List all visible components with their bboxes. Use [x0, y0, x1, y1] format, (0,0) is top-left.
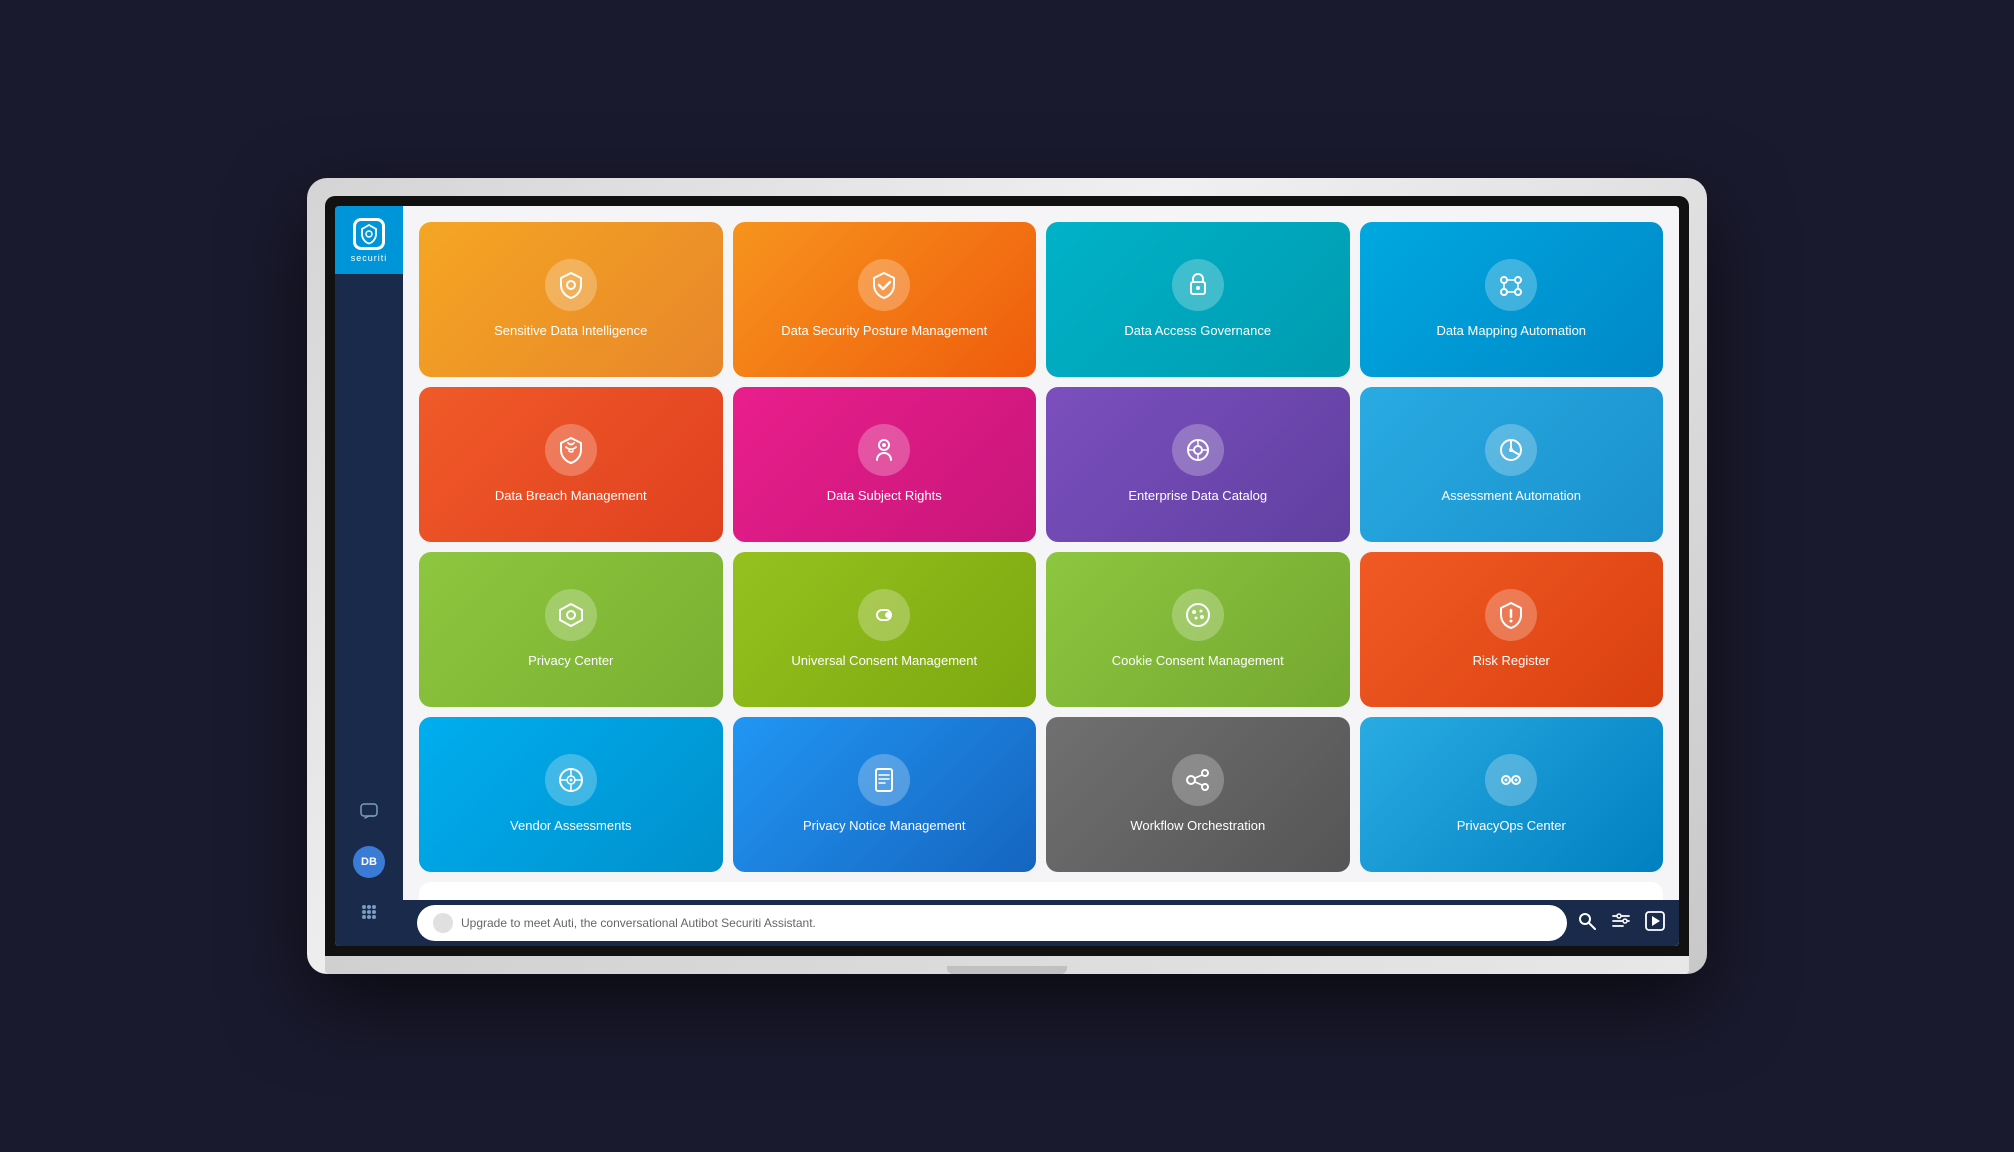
card-privacyops-center[interactable]: PrivacyOps Center	[1360, 717, 1664, 872]
chat-input[interactable]: Upgrade to meet Auti, the conversational…	[417, 905, 1567, 941]
card-enterprise-data-catalog[interactable]: Enterprise Data Catalog	[1046, 387, 1350, 542]
card-data-mapping-automation[interactable]: Data Mapping Automation	[1360, 222, 1664, 377]
chat-icon[interactable]	[351, 794, 387, 830]
sidebar-logo[interactable]: securiti	[335, 206, 403, 274]
app-grid: Sensitive Data Intelligence Data Securit…	[419, 222, 1663, 872]
card-label-data-access-governance: Data Access Governance	[1124, 323, 1271, 340]
card-icon-cookie-consent	[1172, 589, 1224, 641]
card-label-vendor-assessments: Vendor Assessments	[510, 818, 631, 835]
card-icon-enterprise-data-catalog	[1172, 424, 1224, 476]
play-icon[interactable]	[1645, 911, 1665, 936]
card-sensitive-data-intelligence[interactable]: Sensitive Data Intelligence	[419, 222, 723, 377]
card-label-cookie-consent: Cookie Consent Management	[1112, 653, 1284, 670]
card-vendor-assessments[interactable]: Vendor Assessments	[419, 717, 723, 872]
card-label-sensitive-data-intelligence: Sensitive Data Intelligence	[494, 323, 647, 340]
user-avatar[interactable]: DB	[353, 846, 385, 878]
card-label-data-subject-rights: Data Subject Rights	[827, 488, 942, 505]
card-universal-consent[interactable]: Universal Consent Management	[733, 552, 1037, 707]
card-label-privacy-center: Privacy Center	[528, 653, 613, 670]
card-workflow-orchestration[interactable]: Workflow Orchestration	[1046, 717, 1350, 872]
card-icon-risk-register	[1485, 589, 1537, 641]
card-label-privacy-notice: Privacy Notice Management	[803, 818, 966, 835]
card-icon-data-access-governance	[1172, 259, 1224, 311]
utility-card-settings[interactable]: Settings	[427, 890, 623, 900]
card-privacy-notice[interactable]: Privacy Notice Management	[733, 717, 1037, 872]
card-label-workflow-orchestration: Workflow Orchestration	[1130, 818, 1265, 835]
sidebar: securiti DB	[335, 206, 403, 946]
card-data-security-posture[interactable]: Data Security Posture Management	[733, 222, 1037, 377]
screen: securiti DB	[335, 206, 1679, 946]
card-data-access-governance[interactable]: Data Access Governance	[1046, 222, 1350, 377]
grid-area: Sensitive Data Intelligence Data Securit…	[403, 206, 1679, 900]
card-privacy-center[interactable]: Privacy Center	[419, 552, 723, 707]
logo-text: securiti	[351, 253, 388, 263]
utility-card-deployment[interactable]: Deployment	[840, 890, 1036, 900]
card-label-assessment-automation: Assessment Automation	[1442, 488, 1581, 505]
bottom-actions	[1577, 911, 1665, 936]
card-icon-data-mapping-automation	[1485, 259, 1537, 311]
utility-card-audit-log[interactable]: Audit Log	[1252, 890, 1448, 900]
sidebar-bottom: DB	[351, 794, 387, 946]
grid-icon[interactable]	[351, 894, 387, 930]
utility-card-data-systems[interactable]: Data Systems	[633, 890, 829, 900]
card-icon-privacy-center	[545, 589, 597, 641]
utility-card-knowledge-center[interactable]: ? Knowledge Center	[1459, 890, 1655, 900]
logo-icon	[353, 218, 385, 250]
card-icon-sensitive-data-intelligence	[545, 259, 597, 311]
card-icon-data-breach-management	[545, 424, 597, 476]
card-data-subject-rights[interactable]: Data Subject Rights	[733, 387, 1037, 542]
card-assessment-automation[interactable]: Assessment Automation	[1360, 387, 1664, 542]
filter-icon[interactable]	[1611, 911, 1631, 936]
utility-grid: Settings Data Systems Deployment Message…	[419, 882, 1663, 900]
card-icon-privacy-notice	[858, 754, 910, 806]
chat-placeholder-text: Upgrade to meet Auti, the conversational…	[461, 916, 816, 930]
utility-card-message-center[interactable]: Message Center	[1046, 890, 1242, 900]
search-icon[interactable]	[1577, 911, 1597, 936]
laptop-notch	[947, 966, 1067, 974]
laptop-outer: securiti DB	[307, 178, 1707, 974]
main-content: Sensitive Data Intelligence Data Securit…	[403, 206, 1679, 946]
card-label-enterprise-data-catalog: Enterprise Data Catalog	[1128, 488, 1267, 505]
card-risk-register[interactable]: Risk Register	[1360, 552, 1664, 707]
card-icon-universal-consent	[858, 589, 910, 641]
card-label-universal-consent: Universal Consent Management	[791, 653, 977, 670]
chat-bubble-icon	[433, 913, 453, 933]
card-icon-assessment-automation	[1485, 424, 1537, 476]
card-icon-data-subject-rights	[858, 424, 910, 476]
laptop-base	[325, 956, 1689, 974]
card-label-privacyops-center: PrivacyOps Center	[1457, 818, 1566, 835]
screen-bezel: securiti DB	[325, 196, 1689, 956]
card-icon-workflow-orchestration	[1172, 754, 1224, 806]
card-data-breach-management[interactable]: Data Breach Management	[419, 387, 723, 542]
bottom-bar: Upgrade to meet Auti, the conversational…	[403, 900, 1679, 946]
card-label-data-mapping-automation: Data Mapping Automation	[1436, 323, 1586, 340]
card-label-data-breach-management: Data Breach Management	[495, 488, 647, 505]
card-icon-privacyops-center	[1485, 754, 1537, 806]
card-icon-vendor-assessments	[545, 754, 597, 806]
card-label-data-security-posture: Data Security Posture Management	[781, 323, 987, 340]
card-cookie-consent[interactable]: Cookie Consent Management	[1046, 552, 1350, 707]
card-icon-data-security-posture	[858, 259, 910, 311]
card-label-risk-register: Risk Register	[1473, 653, 1550, 670]
